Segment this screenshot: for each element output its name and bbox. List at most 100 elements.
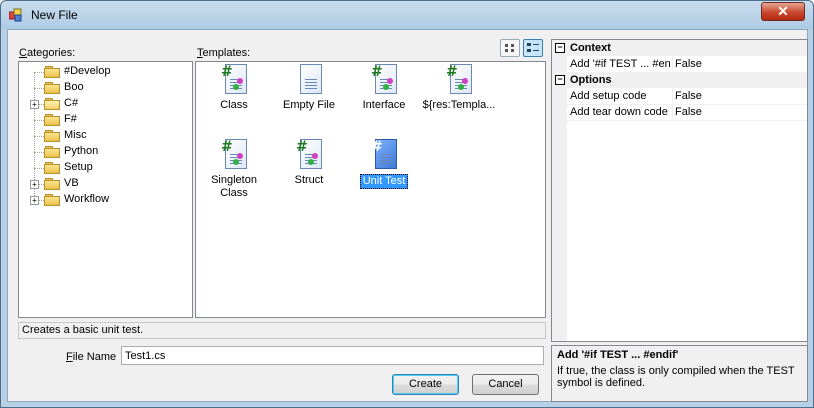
dialog-body: Categories: #Develop Boo + C# F# Misc Python Se… bbox=[7, 29, 808, 402]
template-name: Unit Test bbox=[359, 174, 409, 189]
templates-list[interactable]: # Class Empty File # Interface # ${res:Templa.… bbox=[195, 61, 546, 318]
open-folder-icon bbox=[44, 98, 60, 110]
template-name: Interface bbox=[362, 99, 406, 111]
property-description-title: Add '#if TEST ... #endif' bbox=[557, 349, 679, 361]
template-item[interactable]: Empty File bbox=[271, 64, 347, 112]
property-grid[interactable]: −ContextAdd '#if TEST ... #endif'False−O… bbox=[551, 39, 808, 342]
window-title: New File bbox=[31, 8, 78, 22]
empty-file-icon bbox=[298, 64, 322, 94]
tree-connector-line bbox=[34, 168, 44, 169]
tree-connector-line bbox=[34, 120, 44, 121]
filename-label: File Name bbox=[66, 351, 117, 363]
categories-label: Categories: bbox=[19, 47, 76, 59]
folder-icon bbox=[44, 178, 60, 190]
title-bar[interactable]: New File ✕ bbox=[1, 1, 813, 29]
list-view-icon bbox=[527, 43, 539, 52]
large-icons-view-button[interactable] bbox=[500, 39, 520, 57]
template-item[interactable]: # Interface bbox=[346, 64, 422, 112]
property-value[interactable]: False bbox=[675, 90, 702, 102]
property-name: Add setup code bbox=[570, 90, 647, 102]
tree-connector-line bbox=[34, 72, 44, 73]
property-row[interactable]: Add tear down code False bbox=[552, 104, 807, 121]
property-value[interactable]: False bbox=[675, 58, 702, 70]
csharp-file-icon: # bbox=[371, 64, 397, 94]
template-item[interactable]: # Class bbox=[196, 64, 272, 112]
template-item[interactable]: # Struct bbox=[271, 139, 347, 187]
template-name: Struct bbox=[294, 174, 324, 186]
templates-label: Templates: bbox=[197, 47, 251, 59]
tree-item[interactable]: Setup bbox=[19, 160, 189, 176]
property-description-text: If true, the class is only compiled when… bbox=[557, 365, 795, 389]
folder-icon bbox=[44, 82, 60, 94]
template-description-bar: Creates a basic unit test. bbox=[18, 322, 546, 339]
expand-toggle-icon[interactable]: + bbox=[30, 100, 39, 109]
list-view-button[interactable] bbox=[523, 39, 543, 57]
property-category-header[interactable]: − Context bbox=[552, 40, 807, 56]
folder-icon bbox=[44, 66, 60, 78]
property-row[interactable]: Add '#if TEST ... #endif' False bbox=[552, 56, 807, 73]
tree-connector-line bbox=[34, 152, 44, 153]
property-category-name: Context bbox=[570, 42, 611, 54]
tree-item[interactable]: + Workflow bbox=[19, 192, 189, 208]
app-window-icon bbox=[9, 8, 22, 22]
create-button[interactable]: Create bbox=[392, 374, 459, 395]
cancel-button[interactable]: Cancel bbox=[472, 374, 539, 395]
template-name: ${res:Templa... bbox=[422, 99, 496, 111]
collapse-icon[interactable]: − bbox=[555, 75, 565, 85]
expand-toggle-icon[interactable]: + bbox=[30, 196, 39, 205]
new-file-dialog: New File ✕ Categories: #Develop Boo + C# F# M… bbox=[0, 0, 814, 408]
tree-item-label: Workflow bbox=[64, 193, 110, 205]
tree-item-label: C# bbox=[64, 97, 79, 109]
property-column-divider bbox=[672, 104, 673, 120]
tree-connector-line bbox=[34, 88, 44, 89]
csharp-file-icon: # bbox=[296, 139, 322, 169]
tree-item-label: #Develop bbox=[64, 65, 111, 77]
large-icons-icon bbox=[505, 44, 514, 52]
categories-tree[interactable]: #Develop Boo + C# F# Misc Python Setup + VB + Workf… bbox=[18, 61, 193, 318]
close-button[interactable]: ✕ bbox=[761, 2, 805, 21]
tree-item[interactable]: Misc bbox=[19, 128, 189, 144]
template-name: Class bbox=[220, 99, 248, 111]
tree-item[interactable]: + C# bbox=[19, 96, 189, 112]
tree-item-label: Misc bbox=[64, 129, 87, 141]
template-description-text: Creates a basic unit test. bbox=[22, 324, 144, 336]
property-category-header[interactable]: − Options bbox=[552, 72, 807, 88]
property-column-divider bbox=[672, 56, 673, 72]
property-row[interactable]: Add setup code False bbox=[552, 88, 807, 105]
tree-item-label: F# bbox=[64, 113, 77, 125]
tree-item-label: VB bbox=[64, 177, 79, 189]
close-icon: ✕ bbox=[777, 3, 789, 19]
folder-icon bbox=[44, 194, 60, 206]
tree-item[interactable]: + VB bbox=[19, 176, 189, 192]
template-name: Singleton Class bbox=[211, 174, 257, 199]
csharp-file-icon: # bbox=[446, 64, 472, 94]
collapse-icon[interactable]: − bbox=[555, 43, 565, 53]
tree-connector-line bbox=[34, 136, 44, 137]
tree-item-label: Setup bbox=[64, 161, 93, 173]
property-name: Add '#if TEST ... #endif' bbox=[570, 58, 670, 70]
csharp-file-icon: # bbox=[221, 139, 247, 169]
csharp-file-icon: # bbox=[221, 64, 247, 94]
template-name: Empty File bbox=[283, 99, 335, 111]
folder-icon bbox=[44, 146, 60, 158]
tree-item[interactable]: #Develop bbox=[19, 64, 189, 80]
tree-item[interactable]: Python bbox=[19, 144, 189, 160]
template-item[interactable]: # Unit Test bbox=[346, 139, 422, 189]
tree-item[interactable]: Boo bbox=[19, 80, 189, 96]
expand-toggle-icon[interactable]: + bbox=[30, 180, 39, 189]
property-column-divider bbox=[672, 88, 673, 104]
property-name: Add tear down code bbox=[570, 106, 668, 118]
folder-icon bbox=[44, 130, 60, 142]
template-item[interactable]: # ${res:Templa... bbox=[421, 64, 497, 112]
tree-item-label: Boo bbox=[64, 81, 84, 93]
folder-icon bbox=[44, 162, 60, 174]
tree-item[interactable]: F# bbox=[19, 112, 189, 128]
filename-input[interactable] bbox=[121, 346, 544, 365]
unit-test-file-icon: # bbox=[371, 139, 397, 169]
property-description-panel: Add '#if TEST ... #endif' If true, the c… bbox=[551, 345, 808, 402]
template-item[interactable]: # Singleton Class bbox=[196, 139, 272, 200]
property-category-name: Options bbox=[570, 74, 612, 86]
folder-icon bbox=[44, 114, 60, 126]
property-value[interactable]: False bbox=[675, 106, 702, 118]
tree-item-label: Python bbox=[64, 145, 99, 157]
